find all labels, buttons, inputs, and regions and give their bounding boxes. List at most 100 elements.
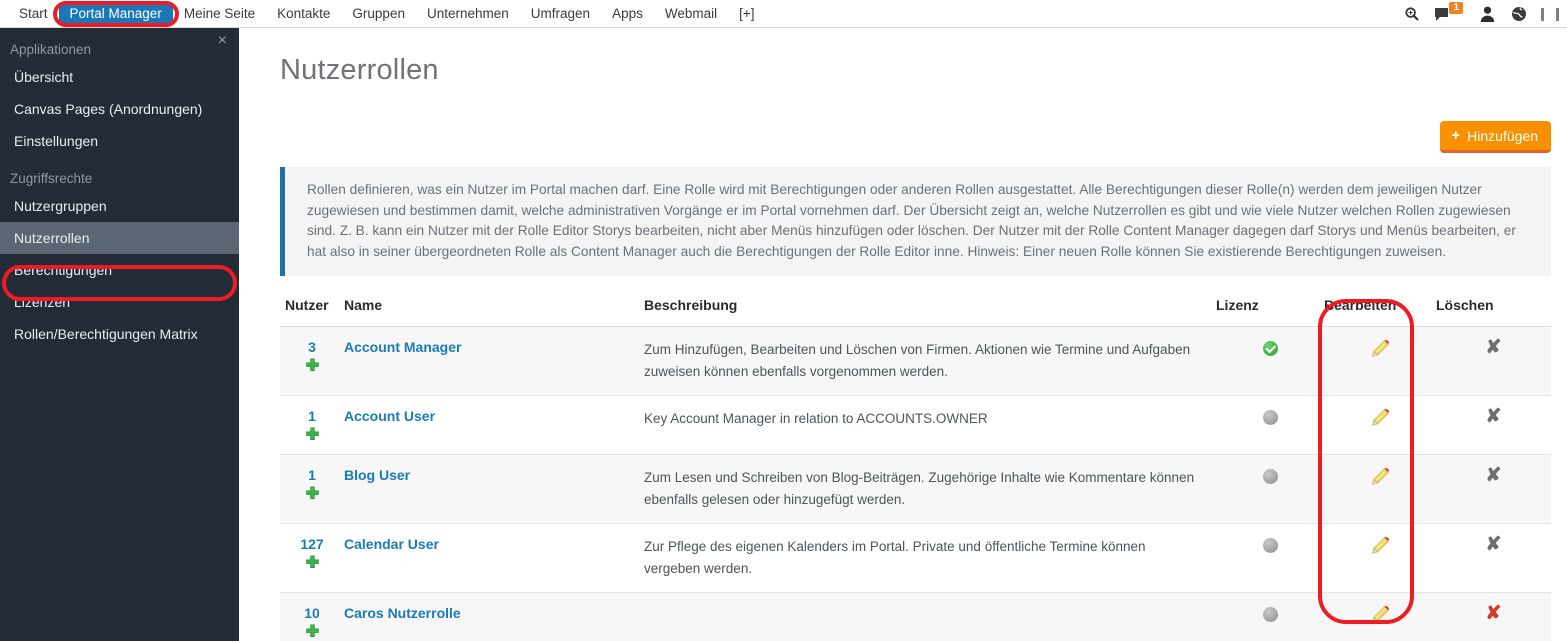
table-row: 127 Calendar User Zur Pflege des eigenen K… — [280, 523, 1551, 593]
nav-item-portal-manager[interactable]: Portal Manager — [58, 1, 173, 26]
nav-right-icons: 1 — [1403, 0, 1561, 28]
edge-icon-stub-1[interactable] — [1541, 7, 1544, 21]
top-navigation-bar: Start Portal Manager Meine Seite Kontakte Gr… — [0, 0, 1567, 28]
user-count[interactable]: 1 — [280, 408, 344, 424]
role-link[interactable]: Calendar User — [344, 536, 439, 552]
cell-description: Zum Lesen und Schreiben von Blog-Beiträg… — [644, 454, 1216, 524]
cell-role-name: Account Manager — [344, 326, 644, 396]
cell-license — [1216, 592, 1324, 641]
column-header-nutzer[interactable]: Nutzer — [280, 287, 344, 327]
roles-table-head: Nutzer Name Beschreibung Lizenz Bearbeit… — [280, 287, 1551, 327]
nav-item-gruppen[interactable]: Gruppen — [341, 2, 416, 26]
nav-item-webmail[interactable]: Webmail — [654, 2, 728, 26]
table-header-row: Nutzer Name Beschreibung Lizenz Bearbeit… — [280, 287, 1551, 327]
sidebar-item-bersicht[interactable]: Übersicht — [0, 61, 239, 93]
cell-edit[interactable] — [1324, 454, 1436, 524]
pencil-icon — [1371, 536, 1389, 554]
role-description: Key Account Manager in relation to ACCOU… — [644, 411, 988, 426]
column-header-lizenz[interactable]: Lizenz — [1216, 287, 1324, 327]
add-user-icon[interactable] — [305, 624, 320, 639]
cell-delete[interactable]: ✘ — [1436, 326, 1551, 396]
delete-icon[interactable]: ✘ — [1486, 407, 1502, 426]
table-row: 10 Caros Nutzerrolle ✘ — [280, 592, 1551, 641]
cell-role-name: Blog User — [344, 454, 644, 524]
cell-description: Zur Pflege des eigenen Kalenders im Port… — [644, 523, 1216, 593]
sidebar-item-einstellungen[interactable]: Einstellungen — [0, 125, 239, 157]
nav-item-start[interactable]: Start — [8, 2, 59, 26]
column-header-beschreibung[interactable]: Beschreibung — [644, 287, 1216, 327]
cell-description: Zum Hinzufügen, Bearbeiten und Löschen v… — [644, 326, 1216, 396]
sidebar-item-lizenzen[interactable]: Lizenzen — [0, 286, 239, 318]
nav-item-meine-seite[interactable]: Meine Seite — [173, 2, 266, 26]
nav-item-kontakte[interactable]: Kontakte — [266, 2, 341, 26]
cell-edit[interactable] — [1324, 326, 1436, 396]
message-count-badge: 1 — [1449, 1, 1463, 14]
cell-license — [1216, 326, 1324, 396]
user-count[interactable]: 3 — [280, 339, 344, 355]
messages-icon[interactable]: 1 — [1434, 1, 1463, 23]
sidebar-section-title: Zugriffsrechte — [10, 171, 93, 186]
add-user-icon[interactable] — [305, 358, 320, 373]
license-inactive-icon[interactable] — [1262, 410, 1278, 425]
role-link[interactable]: Caros Nutzerrolle — [344, 605, 461, 621]
add-user-icon[interactable] — [305, 486, 320, 501]
role-link[interactable]: Blog User — [344, 467, 410, 483]
role-link[interactable]: Account Manager — [344, 339, 461, 355]
pencil-icon — [1371, 605, 1389, 623]
cell-delete[interactable]: ✘ — [1436, 395, 1551, 455]
table-row: 1 Blog User Zum Lesen und Schreiben von Bl… — [280, 454, 1551, 524]
cell-role-name: Account User — [344, 395, 644, 455]
cell-role-name: Caros Nutzerrolle — [344, 592, 644, 641]
sidebar-item-nutzergruppen[interactable]: Nutzergruppen — [0, 190, 239, 222]
user-count[interactable]: 10 — [280, 605, 344, 621]
column-header-loeschen[interactable]: Löschen — [1436, 287, 1551, 327]
nav-item-apps[interactable]: Apps — [601, 2, 654, 26]
cell-nutzer-count: 127 — [280, 523, 344, 593]
edge-icon-stub-2[interactable] — [1556, 7, 1559, 21]
add-user-icon[interactable] — [305, 555, 320, 570]
nav-item-umfragen[interactable]: Umfragen — [520, 2, 601, 26]
license-active-icon[interactable] — [1262, 341, 1278, 356]
add-user-icon[interactable] — [305, 427, 320, 442]
license-inactive-icon[interactable] — [1262, 607, 1278, 622]
sidebar-item-berechtigungen[interactable]: Berechtigungen — [0, 254, 239, 286]
license-inactive-icon[interactable] — [1262, 538, 1278, 553]
cell-delete[interactable]: ✘ — [1436, 454, 1551, 524]
pencil-icon — [1371, 408, 1389, 426]
cell-nutzer-count: 3 — [280, 326, 344, 396]
delete-icon[interactable]: ✘ — [1486, 466, 1502, 485]
cell-delete[interactable]: ✘ — [1436, 592, 1551, 641]
sidebar: × Applikationen Übersicht Canvas Pages (An… — [0, 28, 239, 641]
cell-edit[interactable] — [1324, 592, 1436, 641]
nav-item-[interactable]: [+] — [728, 2, 765, 26]
column-header-bearbeiten[interactable]: Bearbeiten — [1324, 287, 1436, 327]
info-panel-text: Rollen definieren, was ein Nutzer im Por… — [307, 182, 1516, 259]
user-count[interactable]: 1 — [280, 467, 344, 483]
roles-table: Nutzer Name Beschreibung Lizenz Bearbeit… — [280, 287, 1551, 641]
cell-delete[interactable]: ✘ — [1436, 523, 1551, 593]
close-icon[interactable]: × — [218, 33, 227, 49]
globe-icon[interactable] — [1510, 6, 1527, 23]
search-icon[interactable] — [1403, 6, 1420, 23]
column-header-name[interactable]: Name — [344, 287, 644, 327]
nav-item-unternehmen[interactable]: Unternehmen — [416, 2, 520, 26]
license-inactive-icon[interactable] — [1262, 469, 1278, 484]
sidebar-item-nutzerrollen[interactable]: Nutzerrollen — [0, 222, 239, 254]
role-link[interactable]: Account User — [344, 408, 435, 424]
sidebar-item-rollen-berechtigungen-matrix[interactable]: Rollen/Berechtigungen Matrix — [0, 318, 239, 350]
cell-nutzer-count: 1 — [280, 395, 344, 455]
cell-role-name: Calendar User — [344, 523, 644, 593]
delete-icon[interactable]: ✘ — [1486, 535, 1502, 554]
table-row: 3 Account Manager Zum Hinzufügen, Bearbeit… — [280, 326, 1551, 396]
delete-icon[interactable]: ✘ — [1486, 604, 1502, 623]
cell-edit[interactable] — [1324, 395, 1436, 455]
add-role-button[interactable]: + Hinzufügen — [1440, 121, 1551, 153]
cell-edit[interactable] — [1324, 523, 1436, 593]
plus-icon: + — [1451, 127, 1461, 144]
pencil-icon — [1371, 467, 1389, 485]
user-count[interactable]: 127 — [280, 536, 344, 552]
sidebar-item-canvas-pages-anordnungen[interactable]: Canvas Pages (Anordnungen) — [0, 93, 239, 125]
user-icon[interactable] — [1479, 6, 1496, 23]
roles-table-body: 3 Account Manager Zum Hinzufügen, Bearbeit… — [280, 326, 1551, 641]
delete-icon[interactable]: ✘ — [1486, 338, 1502, 357]
